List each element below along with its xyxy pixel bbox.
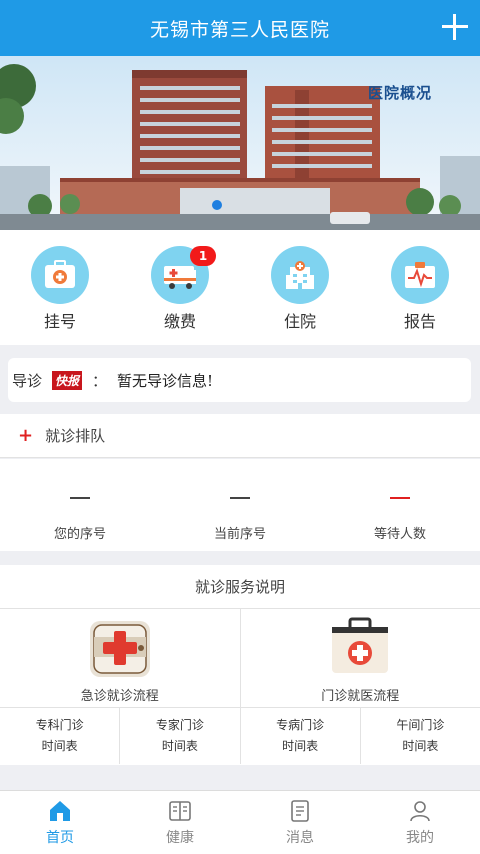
schedule-line2: 时间表: [282, 739, 319, 753]
hospital-banner[interactable]: 医院概况: [0, 56, 480, 230]
my-number-value: [70, 497, 90, 499]
red-plus-icon: +: [18, 425, 34, 446]
payment-badge: 1: [190, 246, 216, 266]
guide-notice[interactable]: 导诊 快报 ： 暂无导诊信息!: [8, 358, 471, 402]
quick-actions: 挂号 1 缴费 住院 报告: [0, 230, 480, 345]
queue-cell-label: 当前序号: [213, 527, 266, 542]
emergency-flow-label: 急诊就诊流程: [80, 689, 159, 704]
guide-label: 导诊: [12, 371, 43, 390]
tab-label: 健康: [166, 830, 194, 846]
queue-cell-current-number: 当前序号: [160, 459, 320, 551]
tab-mine[interactable]: 我的: [360, 791, 480, 854]
home-icon: [50, 801, 70, 821]
quick-item-report[interactable]: 报告: [360, 230, 480, 345]
schedule-line2: 时间表: [402, 739, 439, 753]
queue-panel: 您的序号 当前序号 等待人数: [0, 459, 480, 551]
quick-item-payment[interactable]: 1 缴费: [120, 230, 240, 345]
tab-messages[interactable]: 消息: [240, 791, 360, 854]
quick-label: 缴费: [163, 312, 196, 331]
queue-header: + 就诊排队: [0, 414, 480, 458]
schedule-line1: 专家门诊: [155, 718, 204, 732]
schedule-row: 专科门诊 时间表 专家门诊 时间表 专病门诊 时间表 午间门诊 时间表: [0, 708, 480, 764]
queue-cell-label: 等待人数: [373, 527, 426, 542]
queue-cell-my-number: 您的序号: [0, 459, 160, 551]
schedule-expert[interactable]: 专家门诊 时间表: [119, 708, 239, 764]
service-flows: 急诊就诊流程 门诊就医流程: [0, 609, 480, 708]
schedule-line1: 专病门诊: [276, 718, 325, 732]
schedule-noon[interactable]: 午间门诊 时间表: [359, 708, 480, 764]
bottom-tab-bar: 首页 健康 消息 我的: [0, 790, 480, 854]
banner-caption: 医院概况: [368, 84, 433, 102]
report-icon: [391, 246, 449, 304]
top-bar: 无锡市第三人民医院: [0, 0, 480, 56]
schedule-specialty[interactable]: 专科门诊 时间表: [0, 708, 119, 764]
schedule-line1: 专科门诊: [35, 718, 84, 732]
schedule-line2: 时间表: [161, 739, 198, 753]
hospital-icon: [271, 246, 329, 304]
tab-label: 我的: [406, 830, 434, 846]
guide-message: 暂无导诊信息!: [117, 371, 214, 390]
service-panel: 就诊服务说明 急诊就诊流程 门诊就医流程 专科门诊 时间表 专家门诊 时间表 专…: [0, 565, 480, 765]
current-number-value: [230, 497, 250, 499]
plus-icon[interactable]: [440, 12, 470, 42]
schedule-line2: 时间表: [41, 739, 78, 753]
flash-news-badge: 快报: [52, 370, 83, 390]
emergency-kit-icon: [86, 617, 154, 679]
user-icon: [410, 801, 430, 822]
quick-label: 挂号: [43, 312, 76, 331]
book-icon: [169, 801, 191, 821]
guide-colon: ：: [92, 371, 108, 390]
queue-cell-waiting-count: 等待人数: [320, 459, 480, 551]
emergency-flow-button[interactable]: 急诊就诊流程: [0, 609, 240, 707]
waiting-count-value: [390, 497, 410, 499]
tab-home[interactable]: 首页: [0, 791, 120, 854]
queue-cell-label: 您的序号: [53, 527, 106, 542]
tab-label: 消息: [286, 830, 314, 846]
schedule-line1: 午间门诊: [396, 718, 445, 732]
tab-health[interactable]: 健康: [120, 791, 240, 854]
message-icon: [291, 800, 309, 822]
carousel-indicator[interactable]: [212, 200, 222, 210]
quick-item-registration[interactable]: 挂号: [0, 230, 120, 345]
quick-label: 报告: [403, 312, 436, 331]
queue-title: 就诊排队: [45, 427, 106, 445]
app-title: 无锡市第三人民医院: [149, 18, 330, 41]
quick-item-hospitalization[interactable]: 住院: [240, 230, 360, 345]
registration-icon: [31, 246, 89, 304]
outpatient-flow-button[interactable]: 门诊就医流程: [239, 609, 480, 707]
tab-label: 首页: [46, 830, 74, 846]
schedule-disease[interactable]: 专病门诊 时间表: [239, 708, 360, 764]
quick-label: 住院: [283, 312, 316, 331]
medical-case-icon: [326, 617, 394, 679]
outpatient-flow-label: 门诊就医流程: [321, 689, 400, 704]
service-title: 就诊服务说明: [0, 565, 480, 609]
